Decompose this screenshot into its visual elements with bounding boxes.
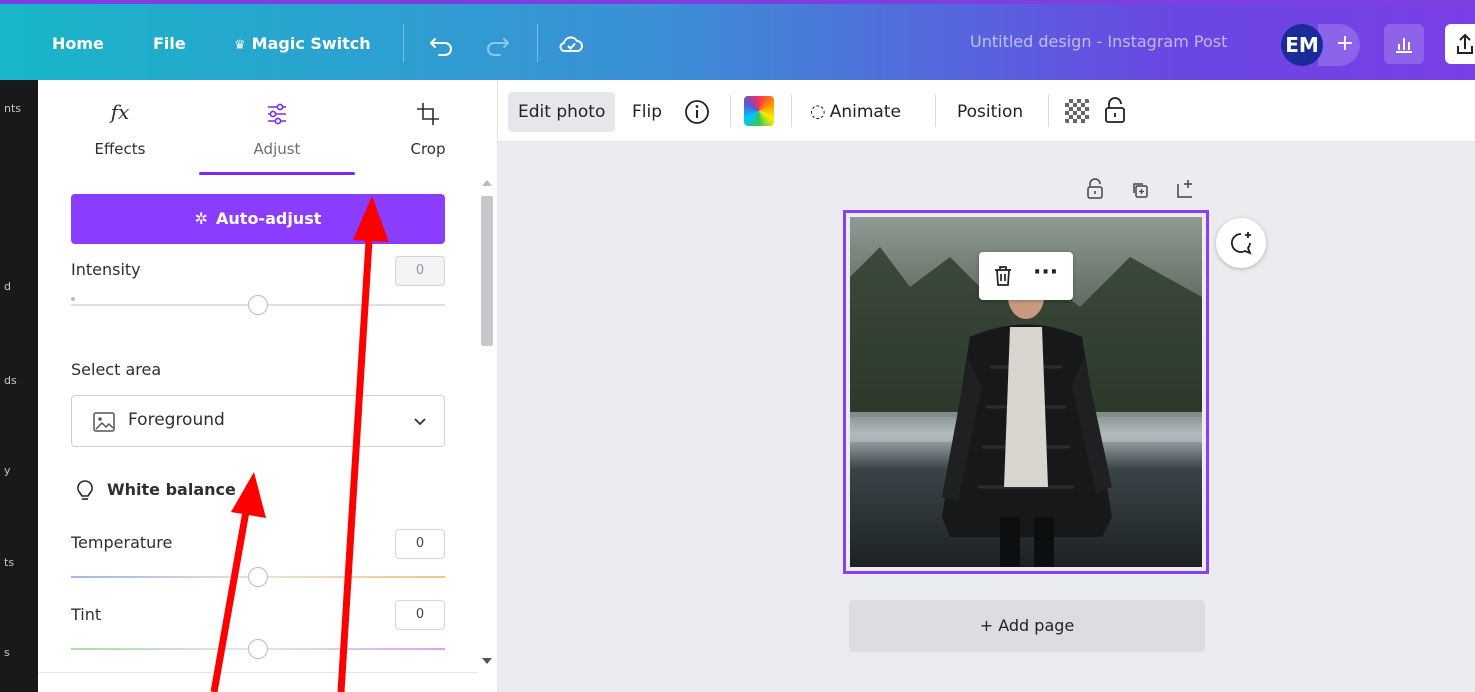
crown-icon: ♛ (234, 38, 246, 53)
panel-scrollbar[interactable] (478, 180, 496, 670)
info-icon[interactable] (683, 98, 711, 126)
white-balance-heading: White balance (107, 480, 236, 499)
side-rail: nts d ds y ts s (0, 80, 38, 692)
magic-switch-button[interactable]: ♛ Magic Switch (234, 28, 371, 60)
scroll-up-arrow[interactable] (482, 180, 492, 186)
canvas-workspace: Edit photo Flip ◌ Animate Position ··· +… (498, 80, 1475, 692)
scroll-down-arrow[interactable] (482, 658, 492, 664)
tint-value-input[interactable]: 0 (395, 600, 445, 630)
divider (935, 95, 936, 127)
rail-label[interactable]: ts (4, 556, 14, 569)
insights-button[interactable] (1384, 24, 1424, 64)
rail-label[interactable]: d (4, 280, 11, 293)
color-picker-swatch[interactable] (744, 96, 774, 126)
divider (730, 95, 731, 127)
tint-label: Tint (71, 605, 102, 624)
select-area-label: Select area (71, 360, 162, 379)
rail-label[interactable]: nts (4, 102, 21, 115)
comment-plus-icon (1230, 232, 1252, 255)
home-button[interactable]: Home (52, 28, 104, 60)
tint-slider-handle[interactable] (248, 639, 268, 659)
intensity-slider-handle[interactable] (248, 295, 268, 315)
temperature-value-input[interactable]: 0 (395, 529, 445, 559)
plus-icon: + (1335, 31, 1355, 56)
tab-adjust[interactable]: Adjust (210, 80, 344, 174)
tab-adjust-label: Adjust (253, 140, 301, 158)
fx-icon: fx (110, 100, 130, 124)
design-title[interactable]: Untitled design - Instagram Post (970, 32, 1227, 51)
redo-icon[interactable] (484, 30, 512, 58)
divider (403, 24, 404, 62)
divider (537, 24, 538, 62)
context-toolbar: Edit photo Flip ◌ Animate Position (498, 80, 1475, 142)
tab-effects[interactable]: fx Effects (60, 80, 180, 174)
add-page-button[interactable]: + Add page (849, 600, 1205, 652)
sliders-icon (268, 103, 286, 125)
divider (38, 672, 478, 673)
rail-label[interactable]: y (4, 464, 11, 477)
scroll-thumb[interactable] (481, 196, 493, 346)
intensity-label: Intensity (71, 260, 141, 279)
edit-photo-panel: fx Effects Adjust Crop ✲ Auto-adjust Inte… (38, 80, 498, 692)
animate-button[interactable]: ◌ Animate (810, 92, 901, 132)
auto-adjust-button[interactable]: ✲ Auto-adjust (71, 194, 445, 244)
share-button[interactable] (1445, 24, 1475, 64)
active-tab-indicator (199, 172, 355, 175)
select-area-value: Foreground (128, 410, 225, 430)
image-icon (93, 412, 115, 432)
undo-icon[interactable] (427, 30, 455, 58)
trash-icon[interactable] (991, 264, 1015, 288)
slider-dot (71, 297, 75, 301)
file-menu-button[interactable]: File (153, 28, 186, 60)
sparkle-icon: ✲ (194, 209, 209, 228)
divider (1048, 95, 1049, 127)
user-avatar[interactable]: EM (1281, 24, 1323, 66)
edit-photo-button[interactable]: Edit photo (508, 92, 616, 132)
tab-crop[interactable]: Crop (378, 80, 478, 174)
transparency-icon[interactable] (1065, 99, 1089, 123)
animate-icon: ◌ (810, 101, 826, 122)
magic-switch-label: Magic Switch (251, 34, 371, 53)
bar-chart-icon (1396, 38, 1412, 53)
add-comment-button[interactable] (1216, 218, 1266, 268)
flip-button[interactable]: Flip (632, 92, 662, 132)
more-options-icon[interactable]: ··· (1033, 260, 1058, 285)
animate-label: Animate (829, 102, 901, 122)
rail-label[interactable]: ds (4, 374, 17, 387)
crop-icon (417, 103, 439, 125)
top-bar: Home File ♛ Magic Switch Untitled design … (0, 0, 1475, 80)
chevron-down-icon (414, 418, 426, 426)
position-button[interactable]: Position (957, 92, 1023, 132)
cloud-saved-icon[interactable] (557, 30, 585, 58)
element-toolbar: ··· (979, 252, 1073, 300)
tab-crop-label: Crop (410, 140, 446, 158)
lightbulb-icon (77, 480, 93, 500)
lock-icon[interactable] (1102, 95, 1128, 125)
add-page-icon[interactable] (1174, 178, 1196, 200)
invite-button[interactable]: + (1318, 24, 1360, 66)
auto-adjust-label: Auto-adjust (216, 209, 322, 228)
rail-label[interactable]: s (4, 646, 10, 659)
page-lock-icon[interactable] (1085, 178, 1105, 200)
tab-effects-label: Effects (94, 140, 146, 158)
duplicate-page-icon[interactable] (1130, 180, 1150, 200)
select-area-dropdown[interactable]: Foreground (71, 395, 445, 447)
temperature-slider-handle[interactable] (248, 567, 268, 587)
divider (791, 95, 792, 127)
temperature-label: Temperature (71, 533, 173, 552)
intensity-value-input[interactable]: 0 (395, 256, 445, 286)
upload-icon (1457, 33, 1473, 54)
